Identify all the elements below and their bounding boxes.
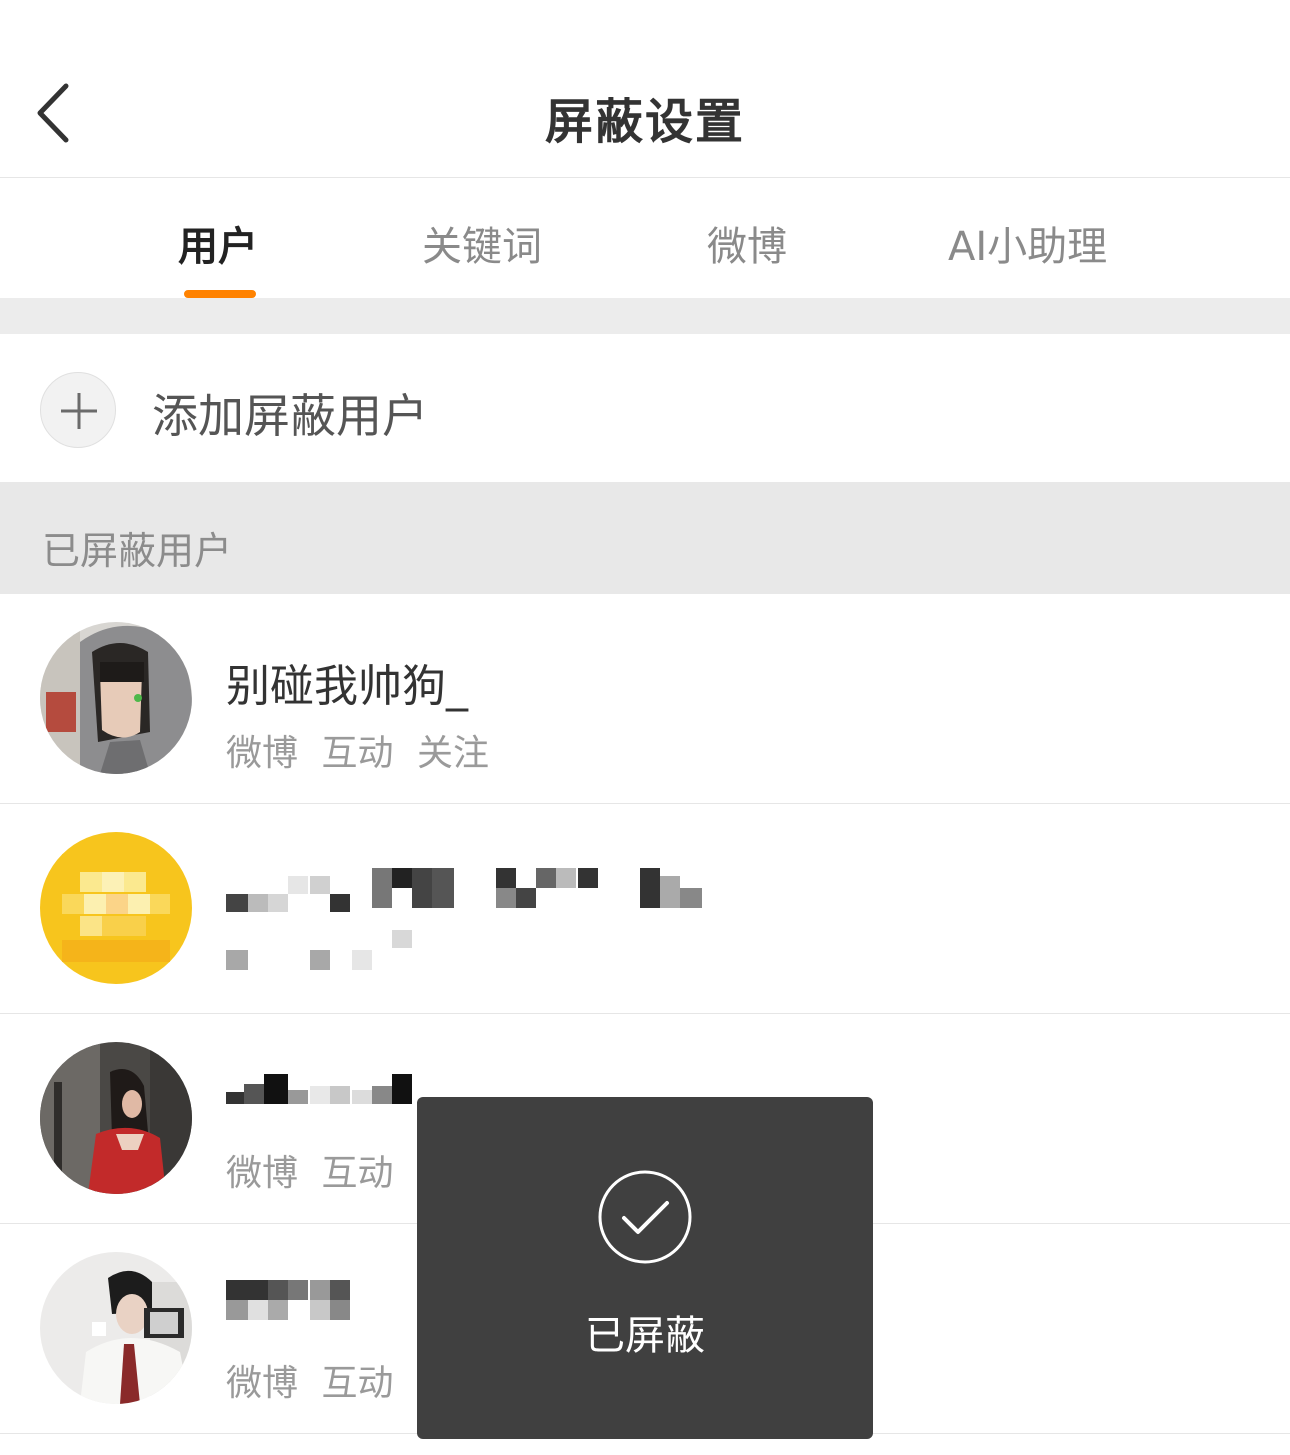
blocked-toast: 已屏蔽 <box>417 1097 873 1439</box>
section-divider <box>0 298 1290 334</box>
avatar <box>40 832 192 984</box>
avatar <box>40 1252 192 1404</box>
tab-users[interactable]: 用户 <box>178 214 258 272</box>
add-blocked-user-button[interactable]: 添加屏蔽用户 <box>0 334 1290 482</box>
user-block-scope: 微博 互动 关注 <box>226 724 501 776</box>
blocked-settings-page: 屏蔽设置 用户 关键词 微博 AI小助理 添加屏蔽用户 已屏蔽用户 别碰我帅狗_… <box>0 0 1290 1455</box>
add-blocked-user-label: 添加屏蔽用户 <box>152 389 428 443</box>
top-bar: 屏蔽设置 <box>0 0 1290 178</box>
scope-weibo: 微博 <box>226 1363 299 1404</box>
tab-weibo[interactable]: 微博 <box>707 214 787 272</box>
tab-keywords[interactable]: 关键词 <box>422 214 542 272</box>
section-title: 已屏蔽用户 <box>42 529 233 573</box>
toast-message: 已屏蔽 <box>585 1313 705 1359</box>
avatar <box>40 622 192 774</box>
scope-weibo: 微博 <box>226 733 299 774</box>
check-circle-icon <box>597 1169 693 1265</box>
blocked-user-row[interactable] <box>0 804 1290 1014</box>
plus-icon <box>40 372 116 448</box>
tab-bar: 用户 关键词 微博 AI小助理 <box>0 178 1290 298</box>
avatar <box>40 1042 192 1194</box>
blocked-user-row[interactable]: 别碰我帅狗_ 微博 互动 关注 <box>0 594 1290 804</box>
scope-follow: 关注 <box>416 733 489 774</box>
scope-interaction: 互动 <box>321 1153 394 1194</box>
scope-weibo: 微博 <box>226 1153 299 1194</box>
tab-ai-assistant[interactable]: AI小助理 <box>948 214 1107 272</box>
user-name: 别碰我帅狗_ <box>226 661 468 712</box>
scope-interaction: 互动 <box>321 733 394 774</box>
scope-interaction: 互动 <box>321 1363 394 1404</box>
section-header: 已屏蔽用户 <box>0 482 1290 594</box>
page-title: 屏蔽设置 <box>544 94 745 150</box>
active-tab-indicator <box>184 290 256 298</box>
